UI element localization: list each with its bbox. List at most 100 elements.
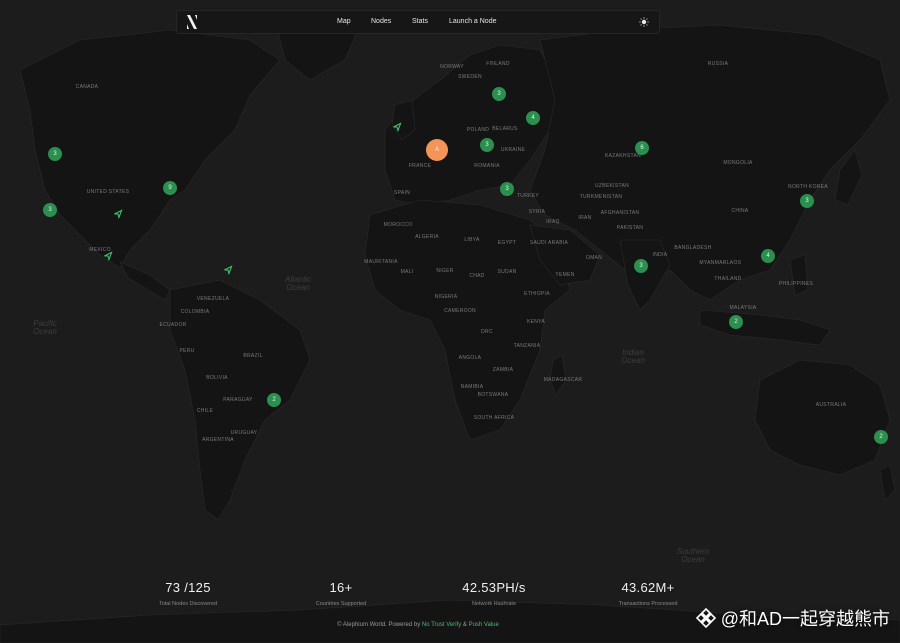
node-arrow-icon[interactable]: [104, 251, 113, 261]
nav-nodes[interactable]: Nodes: [371, 18, 391, 25]
watermark-text: @和AD一起穿越熊市: [720, 609, 890, 629]
sun-icon[interactable]: [639, 17, 649, 27]
footer-ampersand: &: [462, 622, 467, 628]
country-label-romania: ROMANIA: [474, 163, 500, 169]
node-cluster[interactable]: 3: [480, 138, 494, 152]
stat-total-nodes: 73 /125 Total Nodes Discovered: [123, 580, 253, 607]
world-map[interactable]: [0, 0, 900, 643]
node-cluster[interactable]: 3: [800, 194, 814, 208]
country-label-south-africa: SOUTH AFRICA: [473, 415, 515, 421]
country-label-bolivia: BOLIVIA: [206, 375, 228, 381]
country-label-mali: MALI: [400, 269, 414, 275]
central-america-shape: [119, 261, 171, 301]
nav-map[interactable]: Map: [337, 18, 351, 25]
node-cluster[interactable]: 3: [634, 259, 648, 273]
country-label-pakistan: PAKISTAN: [616, 225, 644, 231]
country-label-zambia: ZAMBIA: [492, 367, 514, 373]
ocean-label-indian: Indian Ocean: [621, 348, 645, 365]
philippines-shape: [789, 254, 809, 296]
ocean-label-southern: Southern Ocean: [676, 547, 710, 564]
country-label-laos: LAOS: [726, 260, 742, 266]
watermark: @和AD一起穿越熊市: [695, 605, 890, 631]
country-label-russia: RUSSIA: [707, 61, 729, 67]
country-label-afghanistan: AFGHANISTAN: [600, 210, 640, 216]
country-label-chad: CHAD: [469, 273, 485, 279]
country-label-morocco: MOROCCO: [383, 222, 413, 228]
country-label-malaysia: MALAYSIA: [729, 305, 757, 311]
node-cluster[interactable]: 6: [635, 141, 649, 155]
node-cluster[interactable]: 9: [163, 181, 177, 195]
alephium-logo-icon[interactable]: [185, 14, 199, 30]
country-label-bangladesh: BANGLADESH: [674, 245, 712, 251]
country-label-australia: AUSTRALIA: [815, 402, 847, 408]
madagascar-shape: [549, 354, 567, 396]
country-label-kenya: KENYA: [526, 319, 546, 325]
country-label-ecuador: ECUADOR: [159, 322, 187, 328]
node-cluster[interactable]: 4: [761, 249, 775, 263]
map-stage[interactable]: RUSSIA CANADA UNITED STATES MEXICO BRAZI…: [0, 0, 900, 643]
india-shape: [619, 239, 671, 311]
country-label-botswana: BOTSWANA: [477, 392, 509, 398]
stat-hashrate: 42.53PH/s Network Hashrate: [429, 580, 559, 607]
node-cluster[interactable]: 3: [48, 147, 62, 161]
featured-node-cluster[interactable]: A: [426, 139, 448, 161]
stat-transactions: 43.62M+ Transactions Processed: [583, 580, 713, 607]
country-label-syria: SYRIA: [528, 209, 546, 215]
country-label-iraq: IRAQ: [546, 219, 560, 225]
country-label-chile: CHILE: [196, 408, 214, 414]
country-label-argentina: ARGENTINA: [202, 437, 234, 443]
country-label-uzbekistan: UZBEKISTAN: [594, 183, 630, 189]
indonesia-shape: [699, 309, 831, 346]
country-label-france: FRANCE: [408, 163, 432, 169]
node-cluster[interactable]: 4: [526, 111, 540, 125]
ocean-label-atlantic: Atlantic Ocean: [284, 275, 312, 292]
node-cluster[interactable]: 3: [500, 182, 514, 196]
node-cluster[interactable]: 3: [43, 203, 57, 217]
country-label-iran: IRAN: [578, 215, 592, 221]
country-label-belarus: BELARUS: [492, 126, 518, 132]
country-label-venezuela: VENEZUELA: [196, 296, 230, 302]
stat-value: 73 /125: [165, 580, 211, 595]
footer-link-push-value[interactable]: Push Value: [469, 622, 499, 628]
country-label-paraguay: PARAGUAY: [223, 397, 253, 403]
nav-launch-a-node[interactable]: Launch a Node: [449, 18, 496, 25]
node-cluster[interactable]: 2: [874, 430, 888, 444]
node-arrow-icon[interactable]: [224, 265, 233, 275]
country-label-united-states: UNITED STATES: [86, 189, 130, 195]
country-label-kazakhstan: KAZAKHSTAN: [605, 153, 641, 159]
footer-link-no-trust-verify[interactable]: No Trust Verify: [422, 622, 461, 628]
stat-value: 16+: [329, 580, 353, 595]
country-label-mauritania: MAURITANIA: [364, 259, 398, 265]
country-label-tanzania: TANZANIA: [513, 343, 541, 349]
country-label-angola: ANGOLA: [458, 355, 482, 361]
country-label-sweden: SWEDEN: [458, 74, 482, 80]
country-label-algeria: ALGERIA: [415, 234, 439, 240]
country-label-ukraine: UKRAINE: [500, 147, 526, 153]
node-arrow-icon[interactable]: [393, 122, 402, 132]
country-label-philippines: PHILIPPINES: [778, 281, 814, 287]
node-cluster[interactable]: 3: [492, 87, 506, 101]
country-label-libya: LIBYA: [464, 237, 480, 243]
stat-value: 42.53PH/s: [462, 580, 526, 595]
country-label-norway: NORWAY: [440, 64, 464, 70]
stat-label: Network Hashrate: [471, 601, 517, 607]
country-label-nigeria: NIGERIA: [434, 294, 458, 300]
country-label-thailand: THAILAND: [714, 276, 742, 282]
country-label-drc: DRC: [481, 329, 493, 335]
top-navbar: Map Nodes Stats Launch a Node: [176, 10, 660, 34]
country-label-ethiopia: ETHIOPIA: [524, 291, 550, 297]
country-label-turkey: TURKEY: [516, 193, 540, 199]
node-arrow-icon[interactable]: [114, 209, 123, 219]
country-label-uruguay: URUGUAY: [230, 430, 258, 436]
stat-label: Transactions Processed: [618, 601, 678, 607]
node-cluster[interactable]: 2: [729, 315, 743, 329]
stat-countries: 16+ Countries Supported: [276, 580, 406, 607]
node-cluster[interactable]: 2: [267, 393, 281, 407]
country-label-oman: OMAN: [585, 255, 603, 261]
country-label-madagascar: MADAGASCAR: [543, 377, 583, 383]
country-label-cameroon: CAMEROON: [444, 308, 476, 314]
ocean-label-pacific: Pacific Ocean: [33, 319, 57, 336]
nav-stats[interactable]: Stats: [412, 18, 428, 25]
stat-value: 43.62M+: [621, 580, 675, 595]
stat-label: Countries Supported: [315, 601, 367, 607]
